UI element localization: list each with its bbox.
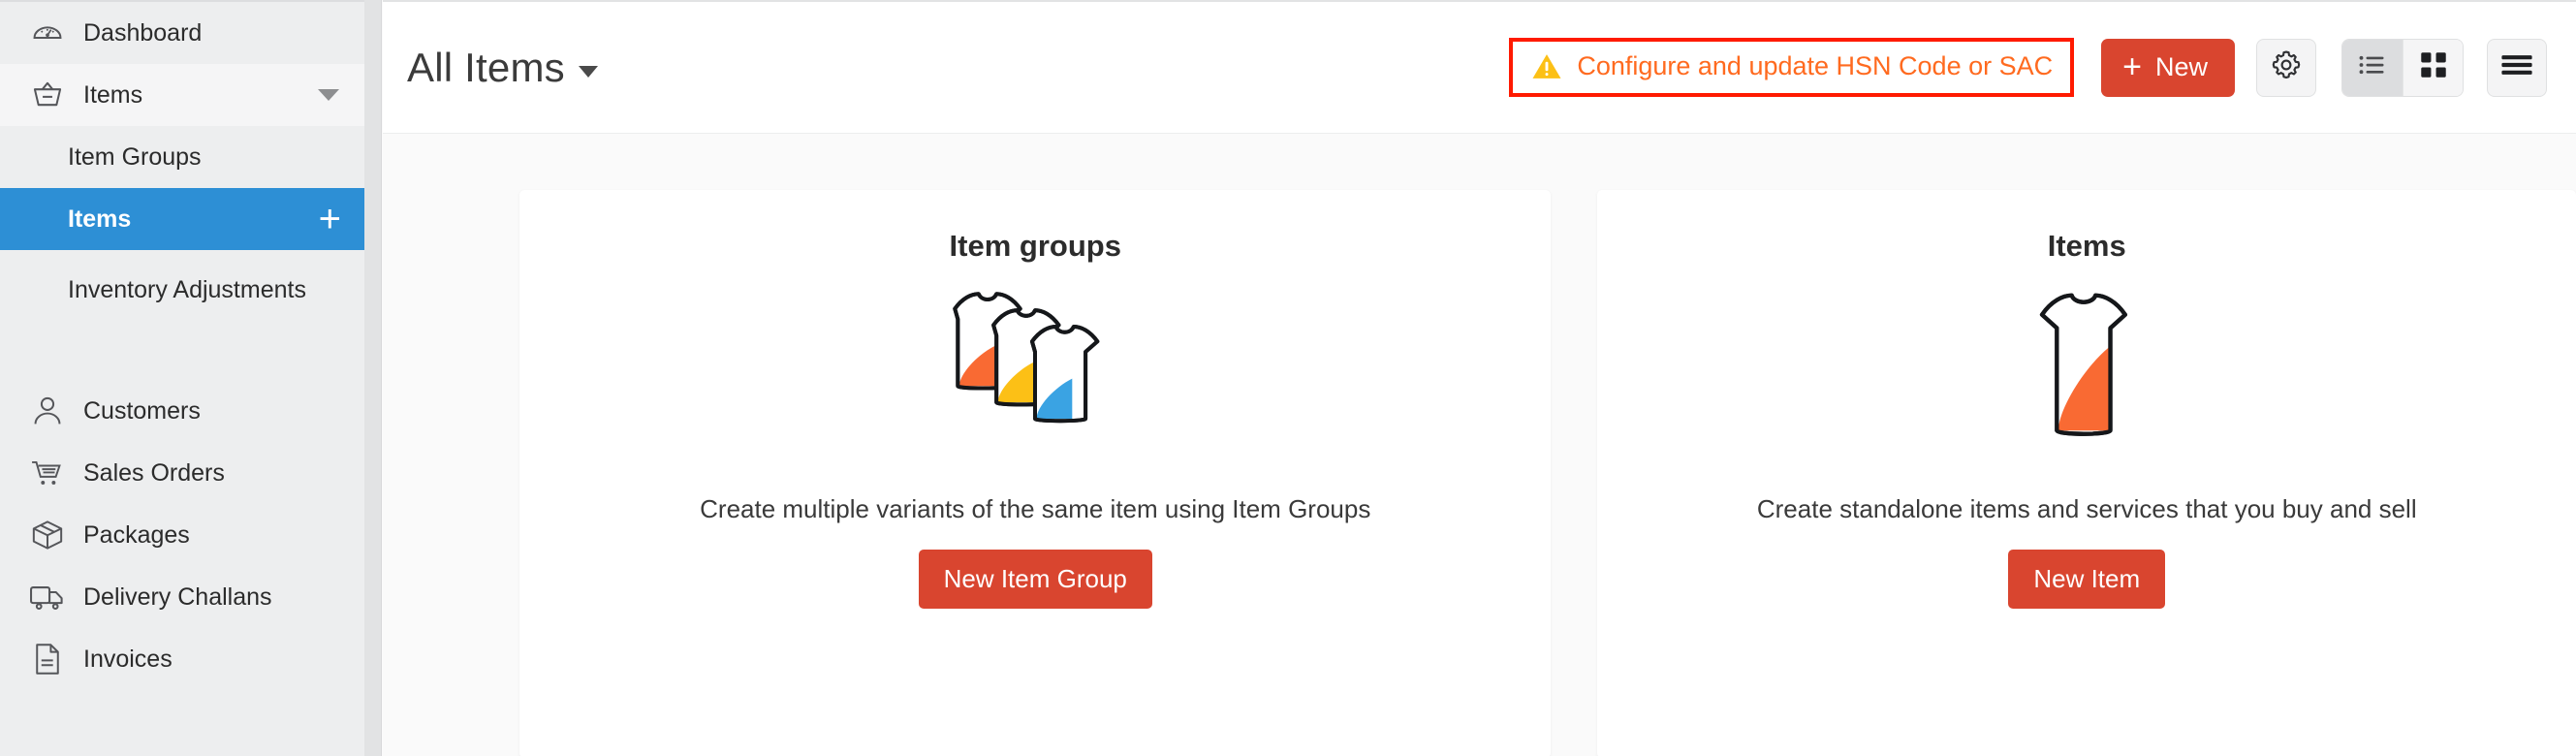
item-groups-card: Item groups Create multiple variants of … [519,190,1552,756]
sidebar-item-items[interactable]: Items [0,64,364,126]
chevron-down-icon [578,65,598,78]
card-description: Create multiple variants of the same ite… [700,494,1371,523]
sidebar-item-delivery-challans[interactable]: Delivery Challans [0,566,364,628]
new-button-label: New [2154,52,2208,81]
sidebar-item-label: Sales Orders [83,458,225,487]
sidebar-divider-gap [0,330,364,380]
list-view-button[interactable] [2342,39,2403,96]
sidebar-subitem-label: Item Groups [68,142,202,171]
view-toggle-group [2341,38,2464,97]
shopping-cart-icon [29,455,66,491]
person-icon [29,393,66,429]
sidebar-item-label: Invoices [83,645,173,673]
sidebar-item-packages[interactable]: Packages [0,504,364,566]
new-button[interactable]: + New [2101,38,2235,97]
list-view-icon [2358,53,2387,81]
menu-button[interactable] [2487,38,2547,97]
sidebar-item-dashboard[interactable]: Dashboard [0,2,364,64]
truck-icon [29,579,66,615]
plus-icon[interactable]: + [319,200,341,238]
sidebar: Dashboard Items Item Groups Items + Inve… [0,0,364,756]
page-title-text: All Items [407,44,565,90]
document-icon [29,641,66,677]
sidebar-item-invoices[interactable]: Invoices [0,628,364,690]
sidebar-subitem-label: Items [68,205,132,233]
sidebar-item-label: Items [83,80,143,109]
warning-triangle-icon [1530,52,1563,81]
grid-view-button[interactable] [2403,39,2463,96]
hsn-banner-text: Configure and update HSN Code or SAC [1577,51,2054,80]
grid-view-icon [2420,51,2447,83]
gear-icon [2271,49,2302,85]
sidebar-subitem-items[interactable]: Items + [0,188,364,250]
basket-icon [29,77,66,113]
app-root: Dashboard Items Item Groups Items + Inve… [0,0,2576,756]
topbar: All Items Configure and update HSN Code … [383,2,2576,134]
new-item-button[interactable]: New Item [2008,550,2166,609]
main-content: All Items Configure and update HSN Code … [383,0,2576,756]
card-title: Items [2047,229,2126,263]
sidebar-subitem-label: Inventory Adjustments [68,275,306,303]
sidebar-item-label: Customers [83,396,201,425]
card-description: Create standalone items and services tha… [1756,494,2417,523]
dashboard-gauge-icon [29,15,66,51]
three-tshirts-icon [914,279,1156,469]
box-icon [29,517,66,553]
cards-area: Item groups Create multiple variants of … [383,134,2576,756]
new-item-group-button[interactable]: New Item Group [918,550,1152,609]
single-tshirt-icon [2009,279,2164,469]
page-title[interactable]: All Items [407,45,598,91]
sidebar-item-label: Delivery Challans [83,583,272,611]
items-card: Items Create standalone items and servic… [1597,190,2576,756]
card-title: Item groups [949,229,1121,263]
hsn-configure-banner[interactable]: Configure and update HSN Code or SAC [1509,38,2075,97]
chevron-down-icon [318,89,339,101]
settings-button[interactable] [2256,38,2316,97]
sidebar-scrollbar[interactable] [364,0,382,756]
sidebar-item-customers[interactable]: Customers [0,380,364,442]
hamburger-menu-icon [2500,52,2533,82]
sidebar-subitem-item-groups[interactable]: Item Groups [0,126,364,188]
sidebar-item-sales-orders[interactable]: Sales Orders [0,442,364,504]
sidebar-subitem-inventory-adjustments[interactable]: Inventory Adjustments [0,250,364,330]
topbar-actions: Configure and update HSN Code or SAC + N… [1509,38,2547,97]
sidebar-item-label: Packages [83,520,190,549]
sidebar-item-label: Dashboard [83,18,203,47]
plus-icon: + [2122,47,2142,85]
